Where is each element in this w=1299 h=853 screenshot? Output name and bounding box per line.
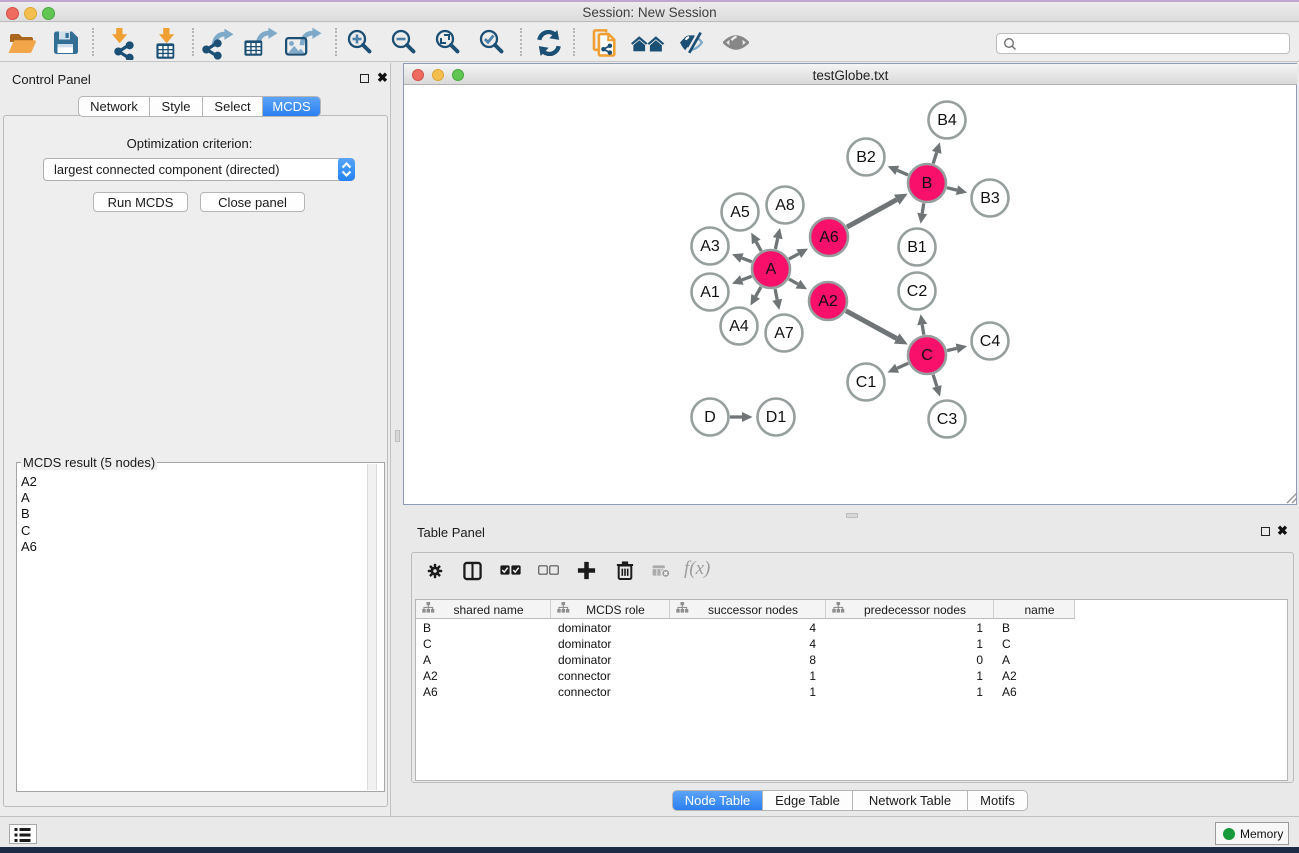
svg-text:B3: B3 (980, 190, 1000, 207)
svg-text:D1: D1 (766, 409, 787, 426)
svg-text:B2: B2 (856, 149, 876, 166)
svg-text:A7: A7 (774, 325, 794, 342)
svg-text:A3: A3 (700, 238, 720, 255)
svg-text:C2: C2 (907, 283, 928, 300)
svg-text:A8: A8 (775, 197, 795, 214)
svg-text:B4: B4 (937, 112, 957, 129)
svg-text:D: D (704, 409, 716, 426)
svg-text:C4: C4 (980, 333, 1001, 350)
svg-text:A1: A1 (700, 284, 720, 301)
svg-text:C3: C3 (937, 411, 958, 428)
svg-text:C: C (921, 347, 933, 364)
svg-text:A5: A5 (730, 204, 750, 221)
svg-text:A6: A6 (819, 229, 839, 246)
svg-text:B: B (922, 175, 933, 192)
svg-text:B1: B1 (907, 239, 927, 256)
svg-text:A4: A4 (729, 318, 749, 335)
svg-text:A2: A2 (818, 293, 838, 310)
svg-text:A: A (766, 261, 777, 278)
svg-text:C1: C1 (856, 374, 877, 391)
